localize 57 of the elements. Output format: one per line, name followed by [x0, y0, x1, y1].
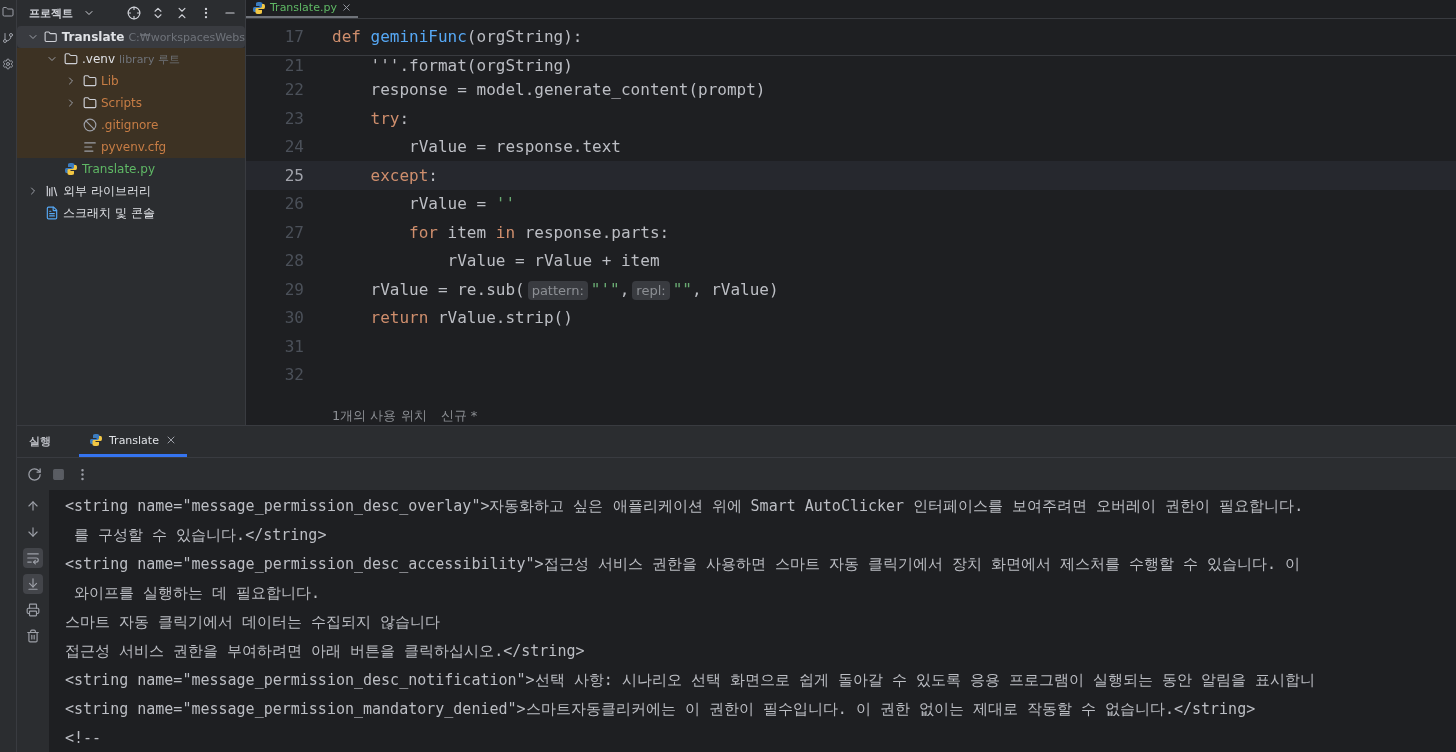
tree-item[interactable]: Scripts	[17, 92, 245, 114]
author-label: 신규 *	[440, 407, 478, 425]
code-line: for item in response.parts:	[408, 222, 670, 242]
code-line: '''.format(orgString)	[369, 56, 573, 76]
console-line: <string name="message_permission_desc_overlay">자동화하고 싶은 애플리케이션 위에 Smart AutoClicker 인터페이스를 보여주려면 오버레이 권한이 필요합니다.	[65, 496, 1305, 517]
code-line: return rValue.strip()	[369, 308, 573, 328]
panel-title[interactable]: 프로젝트	[29, 5, 73, 21]
collapse-icon[interactable]	[175, 6, 189, 20]
code-line: try:	[369, 108, 410, 128]
tree-item[interactable]: Translate C:₩workspacesWebs	[17, 26, 245, 48]
editor-tab[interactable]: Translate.py	[246, 0, 358, 18]
project-icon[interactable]	[2, 6, 14, 18]
text-file-icon	[83, 140, 97, 154]
python-icon	[252, 0, 266, 15]
console-line: <string name="message_permission_mandatory_denied">스마트자동클리커에는 이 권한이 필수입니다. 이 권한 없이는 제대로 작동할 수 없습니다.</string>	[65, 699, 1257, 720]
usages-link[interactable]: 1개의 사용 위치	[332, 407, 427, 425]
scroll-to-end-icon[interactable]	[23, 574, 43, 594]
tree-item[interactable]: 외부 라이브러리	[17, 180, 245, 202]
tree-item[interactable]: pyvenv.cfg	[17, 136, 245, 158]
folder-icon	[44, 30, 58, 44]
stop-icon[interactable]	[52, 467, 65, 481]
code-line: except:	[369, 165, 438, 185]
branch-icon[interactable]	[2, 32, 14, 44]
console-line: <string name="message_permission_desc_accessibility">접근성 서비스 권한을 사용하면 스마트 자동 클릭기에서 장치 화면에서 제스처를 수행할 수 있습니다. 이	[65, 554, 1302, 575]
tree-item[interactable]: .venv library 루트	[17, 48, 245, 70]
tree-item[interactable]: Translate.py	[17, 158, 245, 180]
python-icon	[64, 162, 78, 176]
code-line: rValue = re.sub( pattern: "'", repl: "", rValue)	[369, 279, 779, 299]
folder-icon	[83, 74, 97, 88]
soft-wrap-icon[interactable]	[23, 548, 43, 568]
code-line: def geminiFunc(orgString):	[332, 27, 583, 47]
code-line: rValue = rValue + item	[446, 251, 660, 271]
scratch-icon	[45, 206, 59, 220]
console-line: <string name="message_permission_desc_notification">선택 사항: 시나리오 선택 화면으로 쉽게 돌아갈 수 있도록 응용 프로그램이 실행되는 동안 알림을 표시합니	[65, 670, 1317, 691]
console-line: 를 구성할 수 있습니다.</string>	[73, 525, 328, 546]
python-icon	[89, 433, 103, 447]
panel-title: 실행	[29, 434, 51, 449]
console-line: 와이프를 실행하는 데 필요합니다.	[73, 583, 322, 604]
console-line: <!--	[65, 728, 103, 749]
folder-icon	[83, 96, 97, 110]
blocked-icon	[83, 118, 97, 132]
code-line: rValue = ''	[408, 194, 516, 214]
library-icon	[45, 184, 59, 198]
line-number: 25	[283, 165, 305, 185]
path-hint: library 루트	[119, 51, 180, 67]
crosshair-icon[interactable]	[127, 6, 141, 20]
close-icon[interactable]	[340, 2, 352, 14]
rerun-icon[interactable]	[27, 466, 42, 482]
code-line: rValue = response.text	[408, 137, 621, 157]
path-hint: C:₩workspacesWebs	[128, 30, 245, 44]
tree-item[interactable]: 스크래치 및 콘솔	[17, 202, 245, 224]
code-line: response = model.generate_content(prompt)	[369, 80, 766, 100]
console-line: 접근성 서비스 권한을 부여하려면 아래 버튼을 클릭하십시오.</string>	[65, 641, 586, 662]
tree-item[interactable]: Lib	[17, 70, 245, 92]
folder-icon	[64, 52, 78, 66]
console-line: 스마트 자동 클릭기에서 데이터는 수집되지 않습니다	[65, 612, 442, 633]
tree-item[interactable]: .gitignore	[17, 114, 245, 136]
